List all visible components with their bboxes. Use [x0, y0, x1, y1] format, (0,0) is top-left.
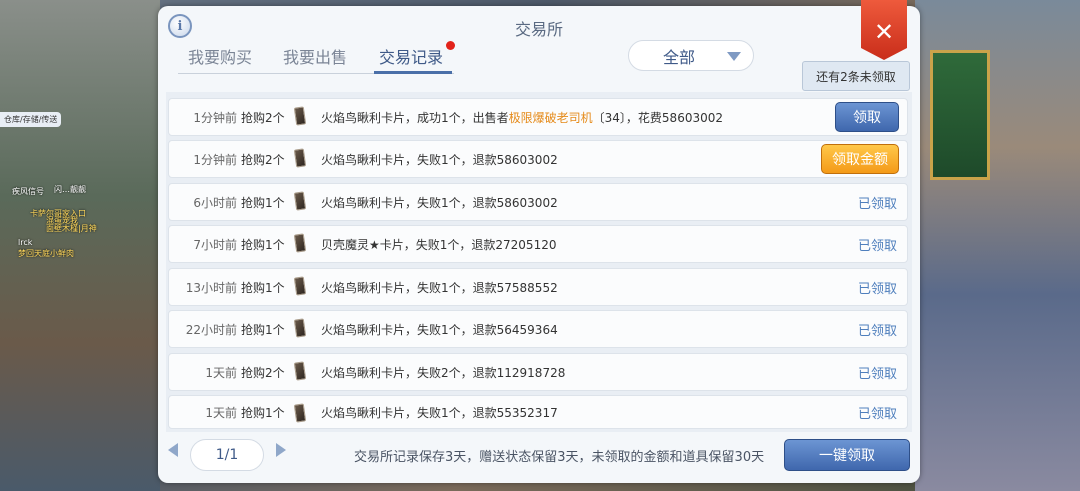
tab-bar: 我要购买 我要出售 交易记录 [178, 41, 458, 76]
card-item-icon [293, 233, 307, 253]
record-action: 抢购2个 [241, 110, 285, 125]
record-desc-text: 火焰鸟瞅利卡片，成功1个，出售者 [321, 110, 509, 125]
hud-chat-line: 面壁木槿|月神 [46, 224, 97, 233]
guild-banner [930, 50, 990, 180]
active-tab-indicator [374, 71, 452, 74]
record-description: 火焰鸟瞅利卡片，失败1个，退款58603002 [321, 151, 558, 168]
card-item-icon [293, 276, 307, 296]
chevron-down-icon [727, 52, 741, 61]
card-item-icon [293, 148, 307, 168]
hud-location-tag[interactable]: 仓库/存储/传送 [0, 112, 62, 127]
record-description: 火焰鸟瞅利卡片，成功1个，出售者极限爆破老司机〔34〕，花费58603002 [321, 109, 723, 126]
record-time: 1分钟前 [193, 110, 237, 125]
retention-note: 交易所记录保存3天，赠送状态保留3天，未领取的金额和道具保留30天 [354, 450, 765, 465]
card-item-icon [293, 318, 307, 338]
record-desc-text: 火焰鸟瞅利卡片，失败1个，退款57588552 [321, 280, 558, 295]
trade-record-list[interactable]: 1分钟前 抢购2个 火焰鸟瞅利卡片，成功1个，出售者极限爆破老司机〔34〕，花费58… [166, 92, 912, 432]
hud-chat-line: 梦回天庭小鲜肉 [18, 249, 74, 258]
record-time: 1天前 [205, 405, 237, 420]
record-action: 抢购2个 [241, 152, 285, 167]
filter-selected-value: 全部 [663, 47, 696, 67]
record-description: 火焰鸟瞅利卡片，失败1个，退款57588552 [321, 279, 558, 296]
filter-dropdown[interactable]: 全部 [628, 40, 754, 71]
record-action: 抢购1个 [241, 280, 285, 295]
tab-trade-records[interactable]: 交易记录 [379, 44, 443, 68]
record-action: 抢购1个 [241, 405, 285, 420]
record-action: 抢购1个 [241, 237, 285, 252]
record-description: 火焰鸟瞅利卡片，失败1个，退款55352317 [321, 404, 558, 421]
seller-name: 极限爆破老司机 [508, 110, 593, 125]
table-row: 1分钟前 抢购2个 火焰鸟瞅利卡片，成功1个，出售者极限爆破老司机〔34〕，花费58… [168, 98, 908, 136]
record-time: 1分钟前 [193, 152, 237, 167]
record-desc-text: 贝壳魔灵★卡片，失败1个，退款27205120 [321, 237, 557, 252]
record-description: 火焰鸟瞅利卡片，失败2个，退款112918728 [321, 364, 565, 381]
tab-buy[interactable]: 我要购买 [188, 44, 252, 68]
close-icon: ✕ [873, 18, 895, 46]
panel-title: 交易所 [514, 20, 563, 39]
claim-button[interactable]: 领取 [835, 102, 899, 132]
record-time: 13小时前 [185, 280, 237, 295]
page-prev-icon[interactable] [168, 443, 178, 457]
table-row: 13小时前 抢购1个 火焰鸟瞅利卡片，失败1个，退款57588552 已领取 [168, 268, 908, 306]
record-desc-text: 火焰鸟瞅利卡片，失败2个，退款112918728 [321, 365, 566, 380]
table-row: 1天前 抢购1个 火焰鸟瞅利卡片，失败1个，退款55352317 已领取 [168, 395, 908, 429]
notification-dot-icon [446, 41, 455, 50]
card-item-icon [293, 191, 307, 211]
record-description: 贝壳魔灵★卡片，失败1个，退款27205120 [321, 236, 556, 253]
claimed-status: 已领取 [857, 196, 897, 212]
table-row: 6小时前 抢购1个 火焰鸟瞅利卡片，失败1个，退款58603002 已领取 [168, 183, 908, 221]
claim-all-button[interactable]: 一键领取 [784, 439, 910, 471]
close-button[interactable]: ✕ [861, 0, 907, 60]
claimed-status: 已领取 [857, 323, 897, 339]
record-desc-text: 火焰鸟瞅利卡片，失败1个，退款55352317 [321, 405, 558, 420]
tab-sell[interactable]: 我要出售 [283, 44, 347, 68]
table-row: 22小时前 抢购1个 火焰鸟瞅利卡片，失败1个，退款56459364 已领取 [168, 310, 908, 348]
card-item-icon [293, 361, 307, 381]
claimed-status: 已领取 [857, 406, 897, 422]
unclaimed-count-tip: 还有2条未领取 [802, 61, 910, 91]
exchange-panel: i 交易所 我要购买 我要出售 交易记录 全部 ✕ 还有2条未领取 1分钟前 抢购… [158, 0, 920, 483]
record-desc-text: 火焰鸟瞅利卡片，失败1个，退款58603002 [321, 152, 558, 167]
table-row: 1天前 抢购2个 火焰鸟瞅利卡片，失败2个，退款112918728 已领取 [168, 353, 908, 391]
claimed-status: 已领取 [857, 366, 897, 382]
record-desc-cost: 〔34〕，花费58603002 [592, 110, 724, 125]
record-action: 抢购2个 [241, 365, 285, 380]
card-item-icon [293, 403, 307, 423]
record-desc-text: 火焰鸟瞅利卡片，失败1个，退款58603002 [321, 195, 558, 210]
record-description: 火焰鸟瞅利卡片，失败1个，退款58603002 [321, 194, 558, 211]
hud-player-name: 疾风信号 [12, 187, 44, 196]
record-time: 1天前 [205, 365, 237, 380]
record-time: 7小时前 [193, 237, 237, 252]
record-desc-text: 火焰鸟瞅利卡片，失败1个，退款56459364 [321, 322, 558, 337]
claim-amount-button[interactable]: 领取金额 [821, 144, 899, 174]
record-description: 火焰鸟瞅利卡片，失败1个，退款56459364 [321, 321, 558, 338]
table-row: 7小时前 抢购1个 贝壳魔灵★卡片，失败1个，退款27205120 已领取 [168, 225, 908, 263]
page-indicator: 1/1 [190, 439, 264, 471]
record-time: 6小时前 [193, 195, 237, 210]
page-next-icon[interactable] [276, 443, 286, 457]
card-item-icon [293, 106, 307, 126]
claimed-status: 已领取 [857, 238, 897, 254]
hud-player-name: 闪…靓靓 [54, 185, 86, 194]
claimed-status: 已领取 [857, 281, 897, 297]
record-action: 抢购1个 [241, 322, 285, 337]
hud-chat-line: lrck [18, 238, 33, 247]
record-time: 22小时前 [185, 322, 237, 337]
table-row: 1分钟前 抢购2个 火焰鸟瞅利卡片，失败1个，退款58603002 领取金额 [168, 140, 908, 178]
record-action: 抢购1个 [241, 195, 285, 210]
